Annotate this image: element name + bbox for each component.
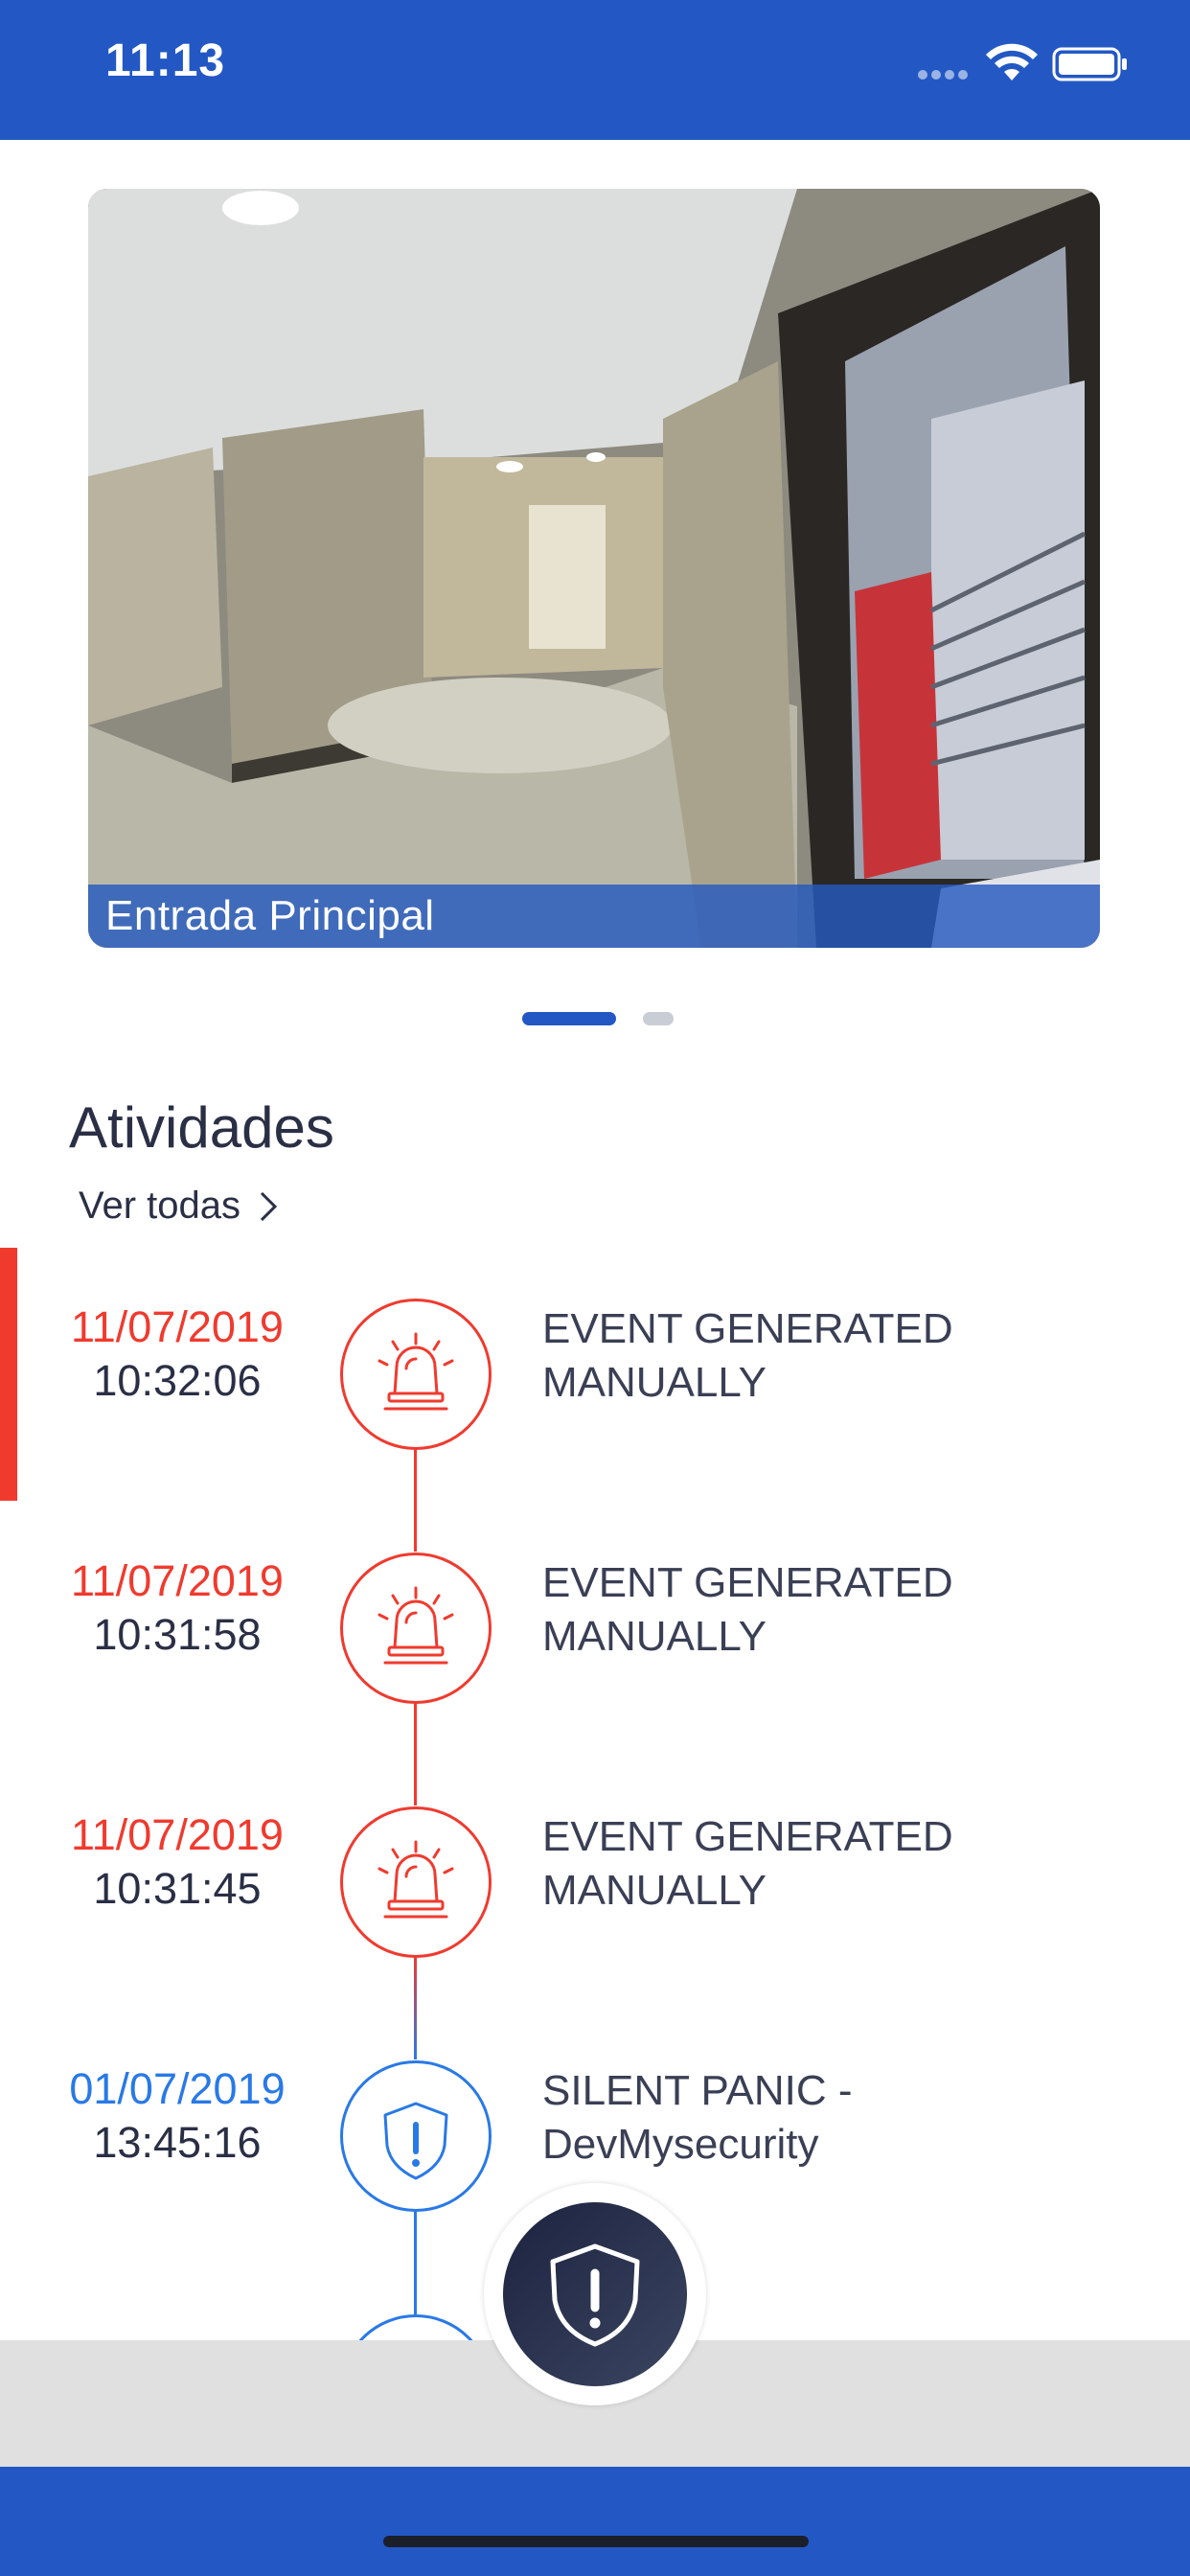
shield-alert-icon [550,2243,640,2347]
event-date: 11/07/2019 [71,1556,284,1605]
camera-caption-bar: Entrada Principal [88,885,1100,948]
event-time: 10:32:06 [93,1356,262,1405]
event-description: SILENT PANIC - DevMysecurity [542,2067,853,2168]
event-type-badge [340,2060,492,2212]
event-time: 10:31:45 [93,1864,262,1913]
see-all-link[interactable]: Ver todas [79,1184,279,1228]
event-description: EVENT GENERATED MANUALLY [542,1305,953,1406]
event-description: EVENT GENERATED MANUALLY [542,1559,953,1660]
camera-name: Entrada Principal [105,892,435,939]
shield-alert-icon [383,2102,448,2180]
battery-icon [1052,47,1127,81]
event-time: 10:31:58 [93,1610,262,1659]
event-type-badge [340,1552,492,1704]
event-date: 11/07/2019 [71,1302,284,1351]
event-date: 11/07/2019 [71,1810,284,1859]
activity-item[interactable]: 11/07/2019 10:31:45 EVENT GENERATED MANU… [0,1806,1190,1960]
event-type-badge [340,1299,492,1450]
panic-button-container [484,2183,706,2405]
timeline-connector [414,1954,417,2059]
status-time: 11:13 [105,35,226,86]
cellular-signal-icon [918,67,975,80]
panic-button[interactable] [503,2202,687,2386]
siren-icon [378,1332,454,1411]
camera-feed-card[interactable]: Entrada Principal [88,189,1100,948]
see-all-label: Ver todas [79,1184,241,1227]
bottom-safe-area [0,2467,1190,2576]
siren-icon [378,1586,454,1665]
event-time: 13:45:16 [93,2118,262,2167]
timeline-connector [414,2208,417,2323]
page-indicator-inactive[interactable] [643,1012,674,1025]
camera-snapshot [88,189,1100,948]
activities-title: Atividades [69,1095,334,1160]
event-date: 01/07/2019 [69,2064,286,2113]
siren-icon [378,1840,454,1919]
activity-item[interactable]: 11/07/2019 10:32:06 EVENT GENERATED MANU… [0,1299,1190,1452]
status-bar: 11:13 [0,0,1190,140]
activity-item[interactable]: 11/07/2019 10:31:58 EVENT GENERATED MANU… [0,1552,1190,1706]
app-screen: 11:13 Entrada Principal Atividades Ver t… [0,0,1190,2576]
home-indicator[interactable] [383,2536,809,2547]
page-indicator-active[interactable] [522,1012,616,1025]
wifi-icon [986,43,1038,80]
event-description: EVENT GENERATED MANUALLY [542,1813,953,1914]
event-type-badge [340,1806,492,1958]
timeline-connector [414,1446,417,1552]
chevron-right-icon [260,1191,278,1221]
event-type-badge [340,2314,492,2340]
timeline-connector [414,1700,417,1806]
